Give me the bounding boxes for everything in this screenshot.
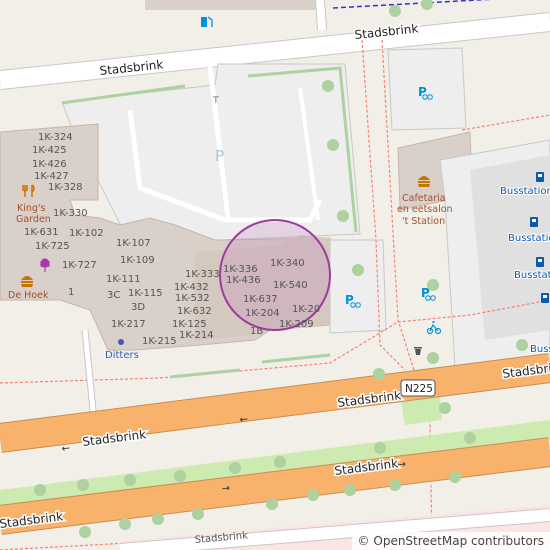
unit-label: 1K-109 <box>120 255 155 266</box>
unit-label: 3C <box>107 290 120 301</box>
unit-label: 1K-425 <box>32 145 67 156</box>
svg-text:P: P <box>345 293 354 307</box>
bus-stop-icon[interactable] <box>530 217 538 227</box>
unit-label: 1K-725 <box>35 241 70 252</box>
poi-label-cafetaria: 't Station <box>402 216 445 227</box>
unit-label: 1K-540 <box>273 280 308 291</box>
unit-label: 1K-214 <box>179 330 214 341</box>
map-attribution[interactable]: © OpenStreetMap contributors <box>351 532 550 550</box>
unit-label: 1K-727 <box>62 260 97 271</box>
unit-label: 1K-115 <box>128 288 163 299</box>
unit-label: 1K-328 <box>48 182 83 193</box>
unit-label: 1B <box>250 326 263 337</box>
road-connector-fill <box>316 0 326 31</box>
unit-label: 1K-111 <box>106 274 141 285</box>
unit-label: 1K-532 <box>175 293 210 304</box>
unit-label: 1K-336 <box>223 264 258 275</box>
unit-label: 1K-436 <box>226 275 261 286</box>
svg-text:→: → <box>397 459 407 471</box>
poi-label-kings-garden: Garden <box>16 214 51 225</box>
unit-label: 1K-637 <box>243 294 278 305</box>
poi-label-kings-garden: King's <box>17 203 46 214</box>
bus-stop-label: Busstation <box>508 233 550 244</box>
unit-label: 1K-209 <box>279 319 314 330</box>
bike-parking-north <box>387 47 467 131</box>
unit-label: 1K-20 <box>292 304 320 315</box>
unit-label: 1K-432 <box>174 282 209 293</box>
unit-label: 1K-204 <box>245 308 280 319</box>
unit-label: 1K-340 <box>270 258 305 269</box>
unit-label: 1K-333 <box>185 269 220 280</box>
unit-label: 3D <box>131 302 145 313</box>
unit-label: 1K-426 <box>32 159 67 170</box>
unit-label: 1K-102 <box>69 228 104 239</box>
svg-text:→: → <box>221 483 231 495</box>
bus-stop-label: Busstation <box>530 344 550 355</box>
bus-stop-icon[interactable] <box>536 257 544 267</box>
unit-label: 1K-330 <box>53 208 88 219</box>
poi-label-cafetaria: en eetsalon <box>397 204 453 215</box>
bus-stop-icon[interactable] <box>541 293 549 303</box>
building-top <box>145 0 325 10</box>
unit-label: 1K-631 <box>24 227 59 238</box>
attribution-link[interactable]: OpenStreetMap contributors <box>373 534 544 548</box>
poi-label-ditters: Ditters <box>105 350 139 361</box>
poi-label-cafetaria: Cafetaria <box>402 193 446 204</box>
unit-label: 1K-324 <box>38 132 73 143</box>
unit-label: 1K-107 <box>116 238 151 249</box>
gate-icon: ⊤ <box>212 96 220 106</box>
unit-label: 1K-632 <box>177 306 212 317</box>
copyright-symbol: © <box>357 534 370 548</box>
map-canvas[interactable]: Stadsbrink Stadsbrink Stadsbrink Stadsbr… <box>0 0 550 550</box>
route-shield-label: N225 <box>405 383 433 395</box>
parking-icon[interactable]: P <box>215 147 224 165</box>
unit-label: 1K-427 <box>34 171 69 182</box>
svg-text:←: ← <box>61 443 71 455</box>
shop-dot-icon[interactable] <box>118 339 124 345</box>
unit-label: 1K-217 <box>111 319 146 330</box>
unit-label: 1 <box>68 287 74 298</box>
unit-label: 1K-125 <box>172 319 207 330</box>
bus-stop-label: Busstation <box>500 186 550 197</box>
poi-label-de-hoek: De Hoek <box>8 290 49 301</box>
bus-stop-icon[interactable] <box>536 172 544 182</box>
unit-label: 1K-215 <box>142 336 177 347</box>
svg-text:←: ← <box>239 414 249 426</box>
tree <box>389 5 401 17</box>
bus-stop-label: Busstation <box>514 270 550 281</box>
